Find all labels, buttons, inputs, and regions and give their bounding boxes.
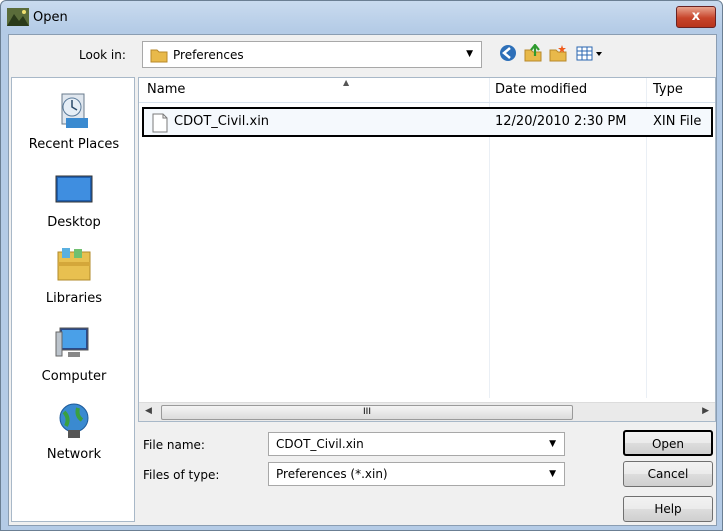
place-libraries[interactable]: Libraries bbox=[12, 244, 136, 306]
cancel-button[interactable]: Cancel bbox=[623, 461, 713, 487]
place-label: Recent Places bbox=[28, 137, 120, 152]
libraries-icon bbox=[57, 248, 91, 281]
chevron-down-icon[interactable]: ▼ bbox=[549, 439, 556, 449]
scroll-thumb[interactable]: III bbox=[161, 405, 573, 420]
app-icon bbox=[7, 8, 29, 26]
back-icon[interactable] bbox=[498, 44, 518, 62]
place-label: Desktop bbox=[47, 215, 101, 230]
look-in-dropdown[interactable]: Preferences ▼ bbox=[142, 41, 482, 68]
close-button[interactable]: x bbox=[676, 6, 716, 28]
scroll-right-icon[interactable]: ▶ bbox=[702, 406, 709, 416]
look-in-label: Look in: bbox=[79, 48, 126, 62]
file-name: CDOT_Civil.xin bbox=[174, 114, 270, 129]
recent-places-icon bbox=[61, 93, 88, 128]
view-menu-icon[interactable] bbox=[576, 44, 604, 62]
window-title: Open bbox=[33, 10, 68, 25]
place-label: Libraries bbox=[45, 291, 103, 306]
place-recent-places[interactable]: Recent Places bbox=[12, 90, 136, 152]
file-date-modified: 12/20/2010 2:30 PM bbox=[495, 114, 627, 129]
chevron-down-icon[interactable]: ▼ bbox=[549, 469, 556, 479]
file-list[interactable]: Name ▲ Date modified Type CDOT_Civil.xin… bbox=[138, 77, 716, 422]
scroll-grip: III bbox=[363, 407, 371, 417]
desktop-icon bbox=[55, 175, 93, 203]
sort-arrow-icon: ▲ bbox=[343, 78, 350, 87]
file-name-label: File name: bbox=[143, 438, 205, 452]
help-button[interactable]: Help bbox=[623, 496, 713, 522]
column-header-type[interactable]: Type bbox=[653, 78, 683, 102]
place-label: Computer bbox=[41, 369, 107, 384]
place-computer[interactable]: Computer bbox=[12, 322, 136, 384]
scroll-left-icon[interactable]: ◀ bbox=[145, 406, 152, 416]
places-bar: Recent Places Desktop Libraries Computer… bbox=[11, 77, 135, 522]
place-desktop[interactable]: Desktop bbox=[12, 168, 136, 230]
open-button[interactable]: Open bbox=[623, 430, 713, 456]
network-icon bbox=[59, 403, 89, 438]
file-row[interactable]: CDOT_Civil.xin 12/20/2010 2:30 PM XIN Fi… bbox=[142, 107, 713, 137]
file-name-value: CDOT_Civil.xin bbox=[276, 437, 364, 451]
title-bar[interactable]: Open x bbox=[1, 1, 722, 35]
place-label: Network bbox=[46, 447, 102, 462]
look-in-value: Preferences bbox=[173, 48, 244, 62]
file-type-value: Preferences (*.xin) bbox=[276, 467, 388, 481]
column-header-date-modified[interactable]: Date modified bbox=[495, 78, 587, 102]
horizontal-scrollbar[interactable]: ◀ III ▶ bbox=[139, 402, 715, 421]
file-icon bbox=[152, 113, 168, 133]
file-name-input[interactable]: CDOT_Civil.xin ▼ bbox=[268, 432, 565, 456]
chevron-down-icon: ▼ bbox=[466, 49, 473, 59]
file-type: XIN File bbox=[653, 114, 702, 129]
computer-icon bbox=[55, 327, 89, 357]
open-dialog: Open x Look in: Preferences ▼ Recent Pla… bbox=[0, 0, 723, 531]
new-folder-icon[interactable] bbox=[548, 44, 568, 62]
header-divider bbox=[139, 102, 715, 103]
dialog-body: Look in: Preferences ▼ Recent Places Des… bbox=[8, 34, 717, 526]
folder-icon bbox=[150, 49, 168, 63]
file-type-label: Files of type: bbox=[143, 468, 220, 482]
file-type-dropdown[interactable]: Preferences (*.xin) ▼ bbox=[268, 462, 565, 486]
up-folder-icon[interactable] bbox=[523, 44, 543, 62]
place-network[interactable]: Network bbox=[12, 400, 136, 462]
column-header-name[interactable]: Name bbox=[147, 78, 185, 102]
